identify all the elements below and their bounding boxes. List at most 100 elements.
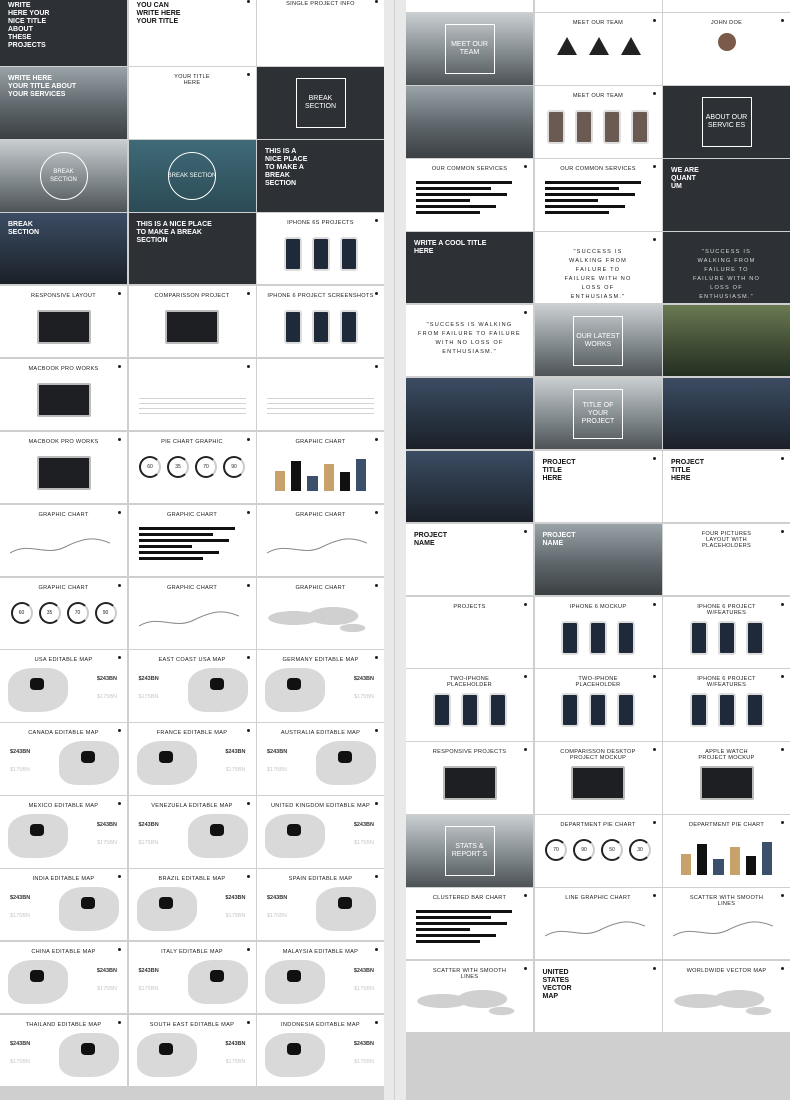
right-slide-thumbnail[interactable]: JOHN DOE — [663, 13, 790, 85]
right-slide-thumbnail[interactable]: SCATTER WITH SMOOTH LINES — [406, 960, 533, 1033]
right-slide-thumbnail[interactable]: TITLE OF YOUR PROJECT — [534, 377, 662, 450]
h-bar — [416, 934, 497, 938]
horizontal-bars — [416, 181, 523, 217]
left-slide-thumbnail[interactable]: YOU CAN WRITE HERE YOUR TITLE — [128, 0, 256, 66]
right-slide-thumbnail[interactable]: PROJECT NAME — [534, 523, 662, 596]
right-slide-thumbnail[interactable]: WE ARE QUANT UM — [663, 159, 790, 231]
right-slide-thumbnail[interactable]: COMPARISSON DESKTOP PROJECT MOCKUP — [534, 742, 662, 814]
right-slide-thumbnail[interactable] — [663, 377, 790, 450]
right-slide-thumbnail[interactable] — [406, 450, 533, 523]
left-slide-thumbnail[interactable]: ITALY EDITABLE MAP $243BN $175BN — [128, 941, 256, 1014]
left-slide-thumbnail[interactable]: BREAK SECTION — [128, 140, 256, 212]
left-slide-thumbnail[interactable]: MEXICO EDITABLE MAP $243BN $175BN — [0, 796, 127, 868]
right-slide-thumbnail[interactable]: "SUCCESS IS WALKING FROM FAILURE TO FAIL… — [406, 304, 533, 377]
right-slide-thumbnail[interactable]: IPHONE 6 PROJECT W/FEATURES — [663, 596, 790, 668]
left-slide-thumbnail[interactable]: EAST COAST USA MAP $243BN $175BN — [128, 650, 256, 722]
right-slide-thumbnail[interactable]: TWO-IPHONE PLACEHOLDER — [534, 669, 662, 741]
right-slide-thumbnail[interactable]: PROJECT TITLE HERE — [534, 450, 662, 523]
left-slide-thumbnail[interactable]: GRAPHIC CHART — [0, 504, 127, 577]
left-slide-thumbnail[interactable]: THIS IS A NICE PLACE TO MAKE A BREAK SEC… — [128, 213, 256, 285]
left-slide-thumbnail[interactable]: GRAPHIC CHART — [257, 577, 384, 649]
left-slide-thumbnail[interactable]: GRAPHIC CHART — [128, 504, 256, 577]
left-slide-thumbnail[interactable]: IPHONE 6 PROJECT SCREENSHOTS — [257, 285, 384, 358]
left-slide-thumbnail[interactable]: GERMANY EDITABLE MAP $243BN $175BN — [257, 650, 384, 722]
slide-dot — [118, 364, 121, 368]
left-slide-thumbnail[interactable] — [257, 358, 384, 431]
right-slide-thumbnail[interactable]: LINE GRAPHIC CHART — [534, 888, 662, 960]
left-slide-thumbnail[interactable]: THIS IS A NICE PLACE TO MAKE A BREAK SEC… — [257, 140, 384, 212]
left-slide-thumbnail[interactable]: CANADA EDITABLE MAP $243BN $175BN — [0, 723, 127, 795]
left-slide-thumbnail[interactable]: COMPARISSON PROJECT — [128, 285, 256, 358]
right-slide-thumbnail[interactable]: PROJECTS — [406, 596, 533, 668]
right-slide-thumbnail[interactable]: OUR LATEST WORKS — [534, 304, 662, 377]
left-slide-thumbnail[interactable]: GRAPHIC CHART — [257, 504, 384, 577]
left-slide-thumbnail[interactable]: AUSTRALIA EDITABLE MAP $243BN $175BN — [257, 723, 384, 795]
right-slide-thumbnail[interactable] — [406, 86, 533, 158]
left-slide-thumbnail[interactable]: USA EDITABLE MAP $243BN $175BN — [0, 650, 127, 722]
left-slide-thumbnail[interactable]: UNITED KINGDOM EDITABLE MAP $243BN $175BN — [257, 796, 384, 868]
left-slide-thumbnail[interactable]: INDONESIA EDITABLE MAP $243BN $175BN — [257, 1014, 384, 1087]
left-slide-thumbnail[interactable]: SINGLE PROJECT INFO — [257, 0, 384, 66]
left-slide-thumbnail[interactable]: CHINA EDITABLE MAP $243BN $175BN — [0, 941, 127, 1014]
right-slide-thumbnail[interactable]: "SUCCESS IS WALKING FROM FAILURE TO FAIL… — [663, 232, 790, 304]
right-slide-thumbnail[interactable]: ABOUT OUR SERVIC ES — [663, 86, 790, 158]
right-slide-thumbnail[interactable]: DEPARTMENT PIE CHART 70 90 50 30 — [534, 815, 662, 887]
left-slide-thumbnail[interactable]: IPHONE 6S PROJECTS — [257, 213, 384, 285]
left-slide-thumbnail[interactable]: VENEZUELA EDITABLE MAP $243BN $175BN — [128, 796, 256, 868]
right-slide-thumbnail[interactable]: SCATTER WITH SMOOTH LINES — [663, 888, 790, 960]
left-slide-thumbnail[interactable]: PIE CHART GRAPHIC 60 35 70 90 — [128, 431, 256, 504]
left-slide-thumbnail[interactable]: GRAPHIC CHART 60 35 70 90 — [0, 577, 127, 649]
right-slide-thumbnail[interactable] — [663, 304, 790, 377]
left-slide-thumbnail[interactable]: MALAYSIA EDITABLE MAP $243BN $175BN — [257, 941, 384, 1014]
right-slide-thumbnail[interactable]: MEET OUR TEAM — [534, 13, 662, 85]
right-slide-thumbnail[interactable]: UNITED STATES VECTOR MAP — [534, 960, 662, 1033]
right-slide-thumbnail[interactable]: FOUR PICTURES LAYOUT WITH PLACEHOLDERS — [663, 523, 790, 596]
right-slide-thumbnail[interactable] — [663, 0, 790, 12]
h-bar — [138, 550, 219, 554]
left-slide-thumbnail[interactable]: SOUTH EAST EDITABLE MAP $243BN $175BN — [128, 1014, 256, 1087]
left-slide-thumbnail[interactable]: SPAIN EDITABLE MAP $243BN $175BN — [257, 869, 384, 941]
left-slide-thumbnail[interactable]: MACBOOK PRO WORKS — [0, 358, 127, 431]
right-slide-thumbnail[interactable]: TWO-IPHONE PLACEHOLDER — [406, 669, 533, 741]
right-slide-thumbnail[interactable]: IPHONE 6 PROJECT W/FEATURES — [663, 669, 790, 741]
left-slide-thumbnail[interactable]: WRITE HERE YOUR NICE TITLE ABOUT THESE P… — [0, 0, 127, 66]
left-slide-thumbnail[interactable]: MACBOOK PRO WORKS — [0, 431, 127, 504]
left-slide-thumbnail[interactable] — [128, 358, 256, 431]
right-slide-thumbnail[interactable]: OUR COMMON SERVICES — [406, 159, 533, 231]
left-slide-thumbnail[interactable]: GRAPHIC CHART — [257, 431, 384, 504]
map-shape — [8, 959, 68, 1004]
slide-title: GRAPHIC CHART — [295, 511, 346, 518]
h-bar — [416, 187, 491, 191]
team-photo — [575, 110, 593, 145]
slide-title: INDONESIA EDITABLE MAP — [281, 1021, 360, 1028]
left-slide-thumbnail[interactable]: YOUR TITLE HERE — [128, 67, 256, 139]
right-slide-thumbnail[interactable]: "SUCCESS IS WALKING FROM FAILURE TO FAIL… — [534, 232, 662, 304]
right-slide-thumbnail[interactable]: STATS & REPORT S — [406, 815, 533, 887]
right-slide-thumbnail[interactable] — [406, 377, 533, 450]
right-slide-thumbnail[interactable]: PROJECT TITLE HERE — [663, 450, 790, 523]
right-slide-thumbnail[interactable]: WRITE A COOL TITLE HERE — [406, 232, 533, 304]
left-slide-thumbnail[interactable]: BREAK SECTION — [0, 140, 127, 212]
left-slide-thumbnail[interactable]: THAILAND EDITABLE MAP $243BN $175BN — [0, 1014, 127, 1087]
right-slide-thumbnail[interactable]: MEET OUR TEAM — [534, 86, 662, 158]
right-slide-thumbnail[interactable]: WORLDWIDE VECTOR MAP — [663, 960, 790, 1033]
right-slide-thumbnail[interactable]: DEPARTMENT PIE CHART — [663, 815, 790, 887]
left-slide-thumbnail[interactable]: GRAPHIC CHART — [128, 577, 256, 649]
right-slide-thumbnail[interactable]: IPHONE 6 MOCKUP — [534, 596, 662, 668]
left-slide-thumbnail[interactable]: INDIA EDITABLE MAP $243BN $175BN — [0, 869, 127, 941]
left-slide-thumbnail[interactable]: BRAZIL EDITABLE MAP $243BN $175BN — [128, 869, 256, 941]
right-slide-thumbnail[interactable]: OUR COMMON SERVICES — [534, 159, 662, 231]
right-slide-thumbnail[interactable]: PROJECT NAME — [406, 523, 533, 596]
slide-dot — [246, 729, 250, 733]
left-slide-thumbnail[interactable]: RESPONSIVE LAYOUT — [0, 285, 127, 358]
left-slide-thumbnail[interactable]: BREAK SECTION — [0, 213, 127, 285]
right-slide-thumbnail[interactable]: CLUSTERED BAR CHART — [406, 888, 533, 960]
left-slide-thumbnail[interactable]: BREAK SECTION — [257, 67, 384, 139]
right-slide-thumbnail[interactable]: RESPONSIVE PROJECTS — [406, 742, 533, 814]
right-slide-thumbnail[interactable]: MEET OUR TEAM — [406, 13, 533, 85]
left-slide-thumbnail[interactable]: WRITE HERE YOUR TITLE ABOUT YOUR SERVICE… — [0, 67, 127, 139]
right-slide-thumbnail[interactable]: APPLE WATCH PROJECT MOCKUP — [663, 742, 790, 814]
right-slide-thumbnail[interactable] — [406, 0, 533, 12]
right-slide-thumbnail[interactable] — [534, 0, 662, 12]
left-slide-thumbnail[interactable]: FRANCE EDITABLE MAP $243BN $175BN — [128, 723, 256, 795]
